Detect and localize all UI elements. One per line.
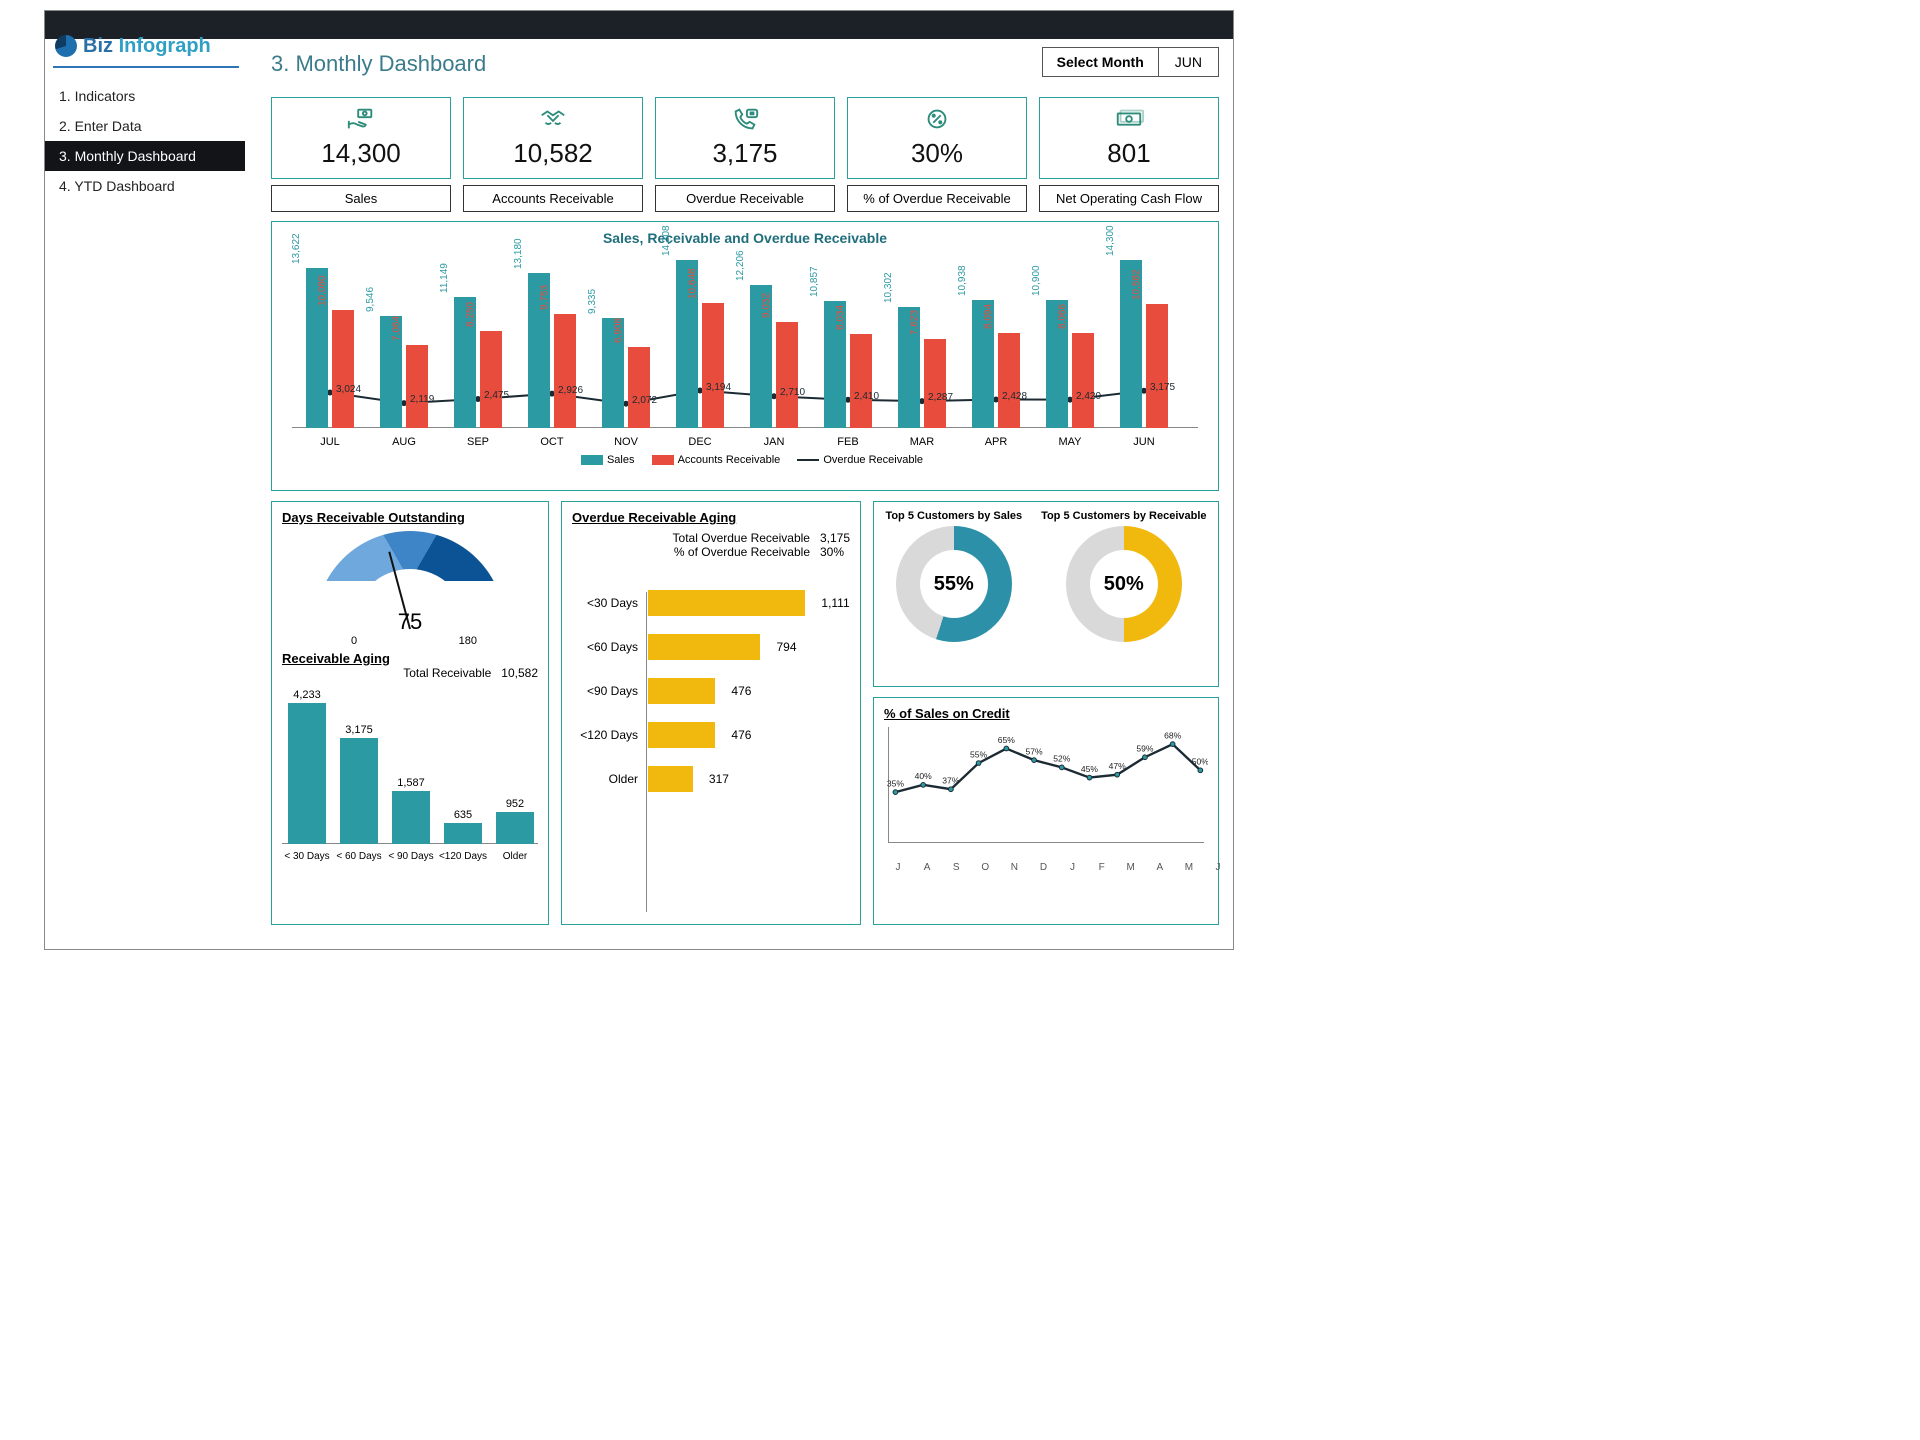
nav-item[interactable]: 1. Indicators: [45, 81, 245, 111]
credit-title: % of Sales on Credit: [884, 706, 1208, 721]
handshake-icon: [538, 107, 568, 136]
kpi-card: 801 Net Operating Cash Flow: [1039, 97, 1219, 212]
credit-x-axis: JASONDJFMAMJ: [884, 861, 1208, 875]
svg-text:57%: 57%: [1025, 746, 1043, 756]
overdue-bar-row: Older317: [572, 757, 850, 801]
nav-item[interactable]: 4. YTD Dashboard: [45, 171, 245, 201]
pie-logo-icon: [55, 35, 77, 57]
kpi-label: Overdue Receivable: [655, 185, 835, 212]
overdue-aging-panel: Overdue Receivable Aging Total Overdue R…: [561, 501, 861, 925]
svg-text:47%: 47%: [1109, 761, 1127, 771]
receivable-aging-chart: 4,233< 30 Days3,175< 60 Days1,587< 90 Da…: [282, 686, 538, 862]
brand-logo: Biz Infograph: [55, 26, 235, 66]
kpi-box: 10,582: [463, 97, 643, 179]
nav-item[interactable]: 2. Enter Data: [45, 111, 245, 141]
kpi-card: 10,582 Accounts Receivable: [463, 97, 643, 212]
month-selector[interactable]: Select Month JUN: [1042, 47, 1219, 77]
credit-line-chart: 35% 40% 37% 55% 65% 57% 52% 45% 47% 59% 68% 50%: [884, 721, 1208, 861]
kpi-box: 3,175: [655, 97, 835, 179]
dro-title: Days Receivable Outstanding: [282, 510, 538, 525]
svg-text:40%: 40%: [915, 771, 933, 781]
ra-title: Receivable Aging: [282, 651, 538, 666]
top5-recv-donut: 50%: [1066, 526, 1182, 642]
kpi-label: Sales: [271, 185, 451, 212]
svg-text:52%: 52%: [1053, 754, 1071, 764]
svg-text:65%: 65%: [998, 735, 1016, 745]
top5-receivable: Top 5 Customers by Receivable 50%: [1041, 510, 1206, 642]
top5-sales-donut: 55%: [896, 526, 1012, 642]
top5-recv-title: Top 5 Customers by Receivable: [1041, 510, 1206, 522]
kpi-value: 801: [1107, 138, 1150, 169]
hand-cash-icon: [346, 107, 376, 136]
kpi-label: Accounts Receivable: [463, 185, 643, 212]
kpi-box: 30%: [847, 97, 1027, 179]
credit-panel: % of Sales on Credit 35% 40% 37% 55% 65% 57% 5…: [873, 697, 1219, 925]
top5-sales: Top 5 Customers by Sales 55%: [885, 510, 1022, 642]
kpi-label: Net Operating Cash Flow: [1039, 185, 1219, 212]
kpi-value: 10,582: [513, 138, 593, 169]
oa-title: Overdue Receivable Aging: [572, 510, 850, 525]
main-chart-plot: 13,622 10,080JUL3,024 9,546 7,064AUG2,11…: [282, 252, 1208, 452]
kpi-row: 14,300 Sales 10,582 Accounts Receivable …: [271, 97, 1219, 212]
overdue-bar-row: <90 Days476: [572, 669, 850, 713]
percent-badge-icon: [922, 107, 952, 136]
svg-text:37%: 37%: [942, 775, 960, 785]
page-title: 3. Monthly Dashboard: [271, 51, 486, 77]
ra-total: Total Receivable10,582: [282, 666, 538, 680]
kpi-card: 3,175 Overdue Receivable: [655, 97, 835, 212]
app-frame: Biz Infograph 1. Indicators2. Enter Data…: [44, 10, 1234, 950]
brand-text: Biz Infograph: [83, 35, 211, 58]
kpi-value: 30%: [911, 138, 963, 169]
kpi-box: 14,300: [271, 97, 451, 179]
month-select-value[interactable]: JUN: [1159, 47, 1219, 77]
kpi-card: 14,300 Sales: [271, 97, 451, 212]
nav-item[interactable]: 3. Monthly Dashboard: [45, 141, 245, 171]
main-chart-title: Sales, Receivable and Overdue Receivable: [282, 230, 1208, 246]
kpi-label: % of Overdue Receivable: [847, 185, 1027, 212]
overdue-aging-chart: <30 Days1,111<60 Days794<90 Days476<120 …: [572, 581, 850, 801]
banknote-icon: [1114, 107, 1144, 136]
top5-panel: Top 5 Customers by Sales 55% Top 5 Custo…: [873, 501, 1219, 687]
oa-y-axis: [646, 592, 647, 912]
kpi-value: 3,175: [712, 138, 777, 169]
main-chart-legend: Sales Accounts Receivable Overdue Receiv…: [282, 454, 1208, 466]
overdue-bar-row: <30 Days1,111: [572, 581, 850, 625]
kpi-box: 801: [1039, 97, 1219, 179]
dro-value: 75: [315, 609, 505, 635]
dro-receivable-panel: Days Receivable Outstanding 75 0 180 Rec…: [271, 501, 549, 925]
brand-divider: [53, 66, 239, 68]
dro-gauge: 75 0 180: [315, 531, 505, 631]
kpi-value: 14,300: [321, 138, 401, 169]
credit-line: 35% 40% 37% 55% 65% 57% 52% 45% 47% 59% 68% 50%: [884, 721, 1208, 856]
svg-text:59%: 59%: [1136, 744, 1154, 754]
phone-chat-icon: [730, 107, 760, 136]
svg-text:68%: 68%: [1164, 730, 1182, 740]
overdue-bar-row: <120 Days476: [572, 713, 850, 757]
sales-receivable-chart: Sales, Receivable and Overdue Receivable…: [271, 221, 1219, 491]
kpi-card: 30% % of Overdue Receivable: [847, 97, 1027, 212]
svg-text:45%: 45%: [1081, 764, 1099, 774]
svg-text:50%: 50%: [1192, 757, 1208, 767]
overdue-bar-row: <60 Days794: [572, 625, 850, 669]
svg-text:35%: 35%: [887, 778, 905, 788]
sidebar-nav: 1. Indicators2. Enter Data3. Monthly Das…: [45, 81, 245, 201]
month-select-label: Select Month: [1042, 47, 1159, 77]
svg-text:55%: 55%: [970, 749, 988, 759]
top5-sales-title: Top 5 Customers by Sales: [885, 510, 1022, 522]
